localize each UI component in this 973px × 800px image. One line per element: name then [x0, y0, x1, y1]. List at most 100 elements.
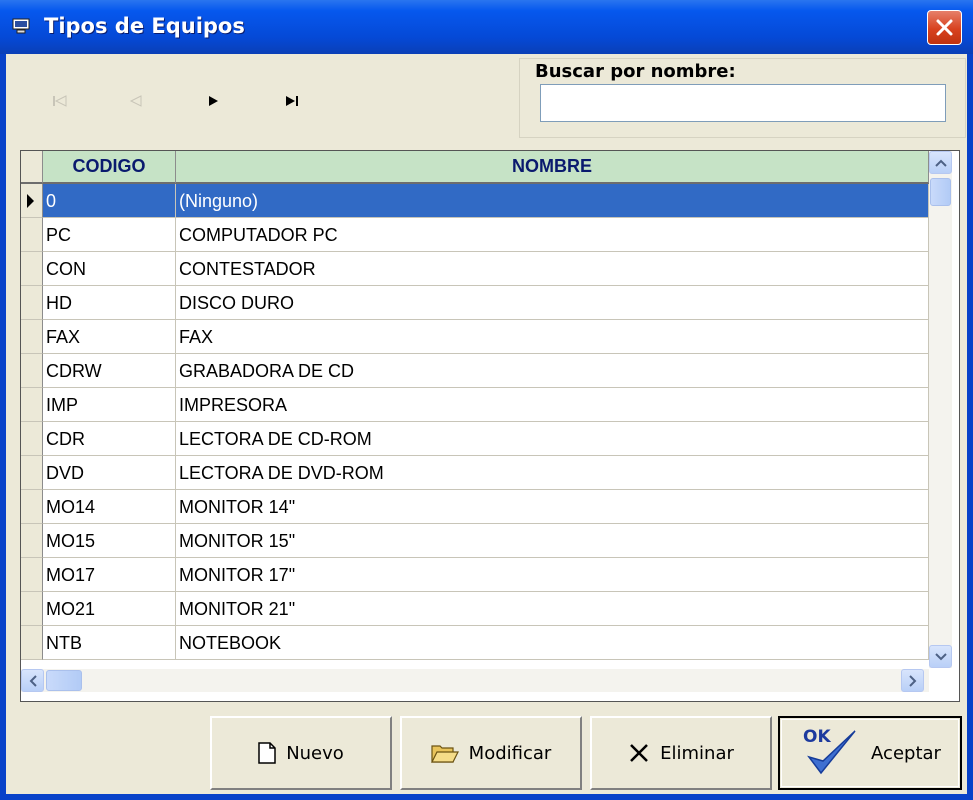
table-row[interactable]: NTB NOTEBOOK	[21, 626, 929, 660]
cell-codigo[interactable]: 0	[43, 184, 176, 218]
table-row[interactable]: HD DISCO DURO	[21, 286, 929, 320]
last-record-button[interactable]	[274, 88, 310, 114]
cell-nombre[interactable]: CONTESTADOR	[176, 252, 929, 286]
new-document-icon	[258, 742, 276, 764]
cell-nombre[interactable]: (Ninguno)	[176, 184, 929, 218]
search-input[interactable]	[540, 84, 946, 122]
row-indicator[interactable]	[21, 320, 43, 354]
cell-nombre[interactable]: FAX	[176, 320, 929, 354]
cell-nombre[interactable]: DISCO DURO	[176, 286, 929, 320]
row-indicator[interactable]	[21, 286, 43, 320]
table-row[interactable]: PC COMPUTADOR PC	[21, 218, 929, 252]
cell-nombre[interactable]: NOTEBOOK	[176, 626, 929, 660]
table-row[interactable]: MO17 MONITOR 17"	[21, 558, 929, 592]
table-row[interactable]: FAX FAX	[21, 320, 929, 354]
column-header-codigo[interactable]: CODIGO	[43, 151, 176, 184]
table-row[interactable]: IMP IMPRESORA	[21, 388, 929, 422]
previous-record-button[interactable]	[118, 88, 154, 114]
cell-nombre[interactable]: COMPUTADOR PC	[176, 218, 929, 252]
modificar-button[interactable]: Modificar	[400, 716, 582, 790]
cell-nombre[interactable]: IMPRESORA	[176, 388, 929, 422]
chevron-left-icon	[29, 674, 37, 687]
close-button[interactable]	[927, 10, 962, 45]
row-indicator[interactable]	[21, 490, 43, 524]
chevron-up-icon	[934, 159, 947, 167]
cell-codigo[interactable]: FAX	[43, 320, 176, 354]
row-indicator[interactable]	[21, 354, 43, 388]
app-icon	[12, 18, 30, 34]
eliminar-button[interactable]: Eliminar	[590, 716, 772, 790]
window: Tipos de Equipos Buscar por nombre: CODI…	[0, 0, 973, 800]
table-row[interactable]: DVD LECTORA DE DVD-ROM	[21, 456, 929, 490]
row-indicator[interactable]	[21, 252, 43, 286]
row-indicator[interactable]	[21, 524, 43, 558]
row-indicator[interactable]	[21, 626, 43, 660]
horizontal-scrollbar[interactable]	[21, 669, 929, 692]
aceptar-button[interactable]: OK Aceptar	[778, 716, 962, 790]
scroll-up-button[interactable]	[929, 151, 952, 174]
next-record-icon	[209, 96, 218, 106]
eliminar-label: Eliminar	[660, 742, 734, 764]
last-record-icon	[286, 96, 298, 106]
modificar-label: Modificar	[468, 742, 552, 764]
open-folder-icon	[430, 742, 459, 764]
vertical-scrollbar[interactable]	[929, 151, 952, 668]
table-row[interactable]: 0 (Ninguno)	[21, 184, 929, 218]
data-grid: CODIGO NOMBRE 0 (Ninguno) PC COMPUTADOR PC C…	[20, 150, 960, 702]
aceptar-label: Aceptar	[871, 742, 941, 764]
cell-codigo[interactable]: MO14	[43, 490, 176, 524]
row-indicator[interactable]	[21, 456, 43, 490]
scroll-down-button[interactable]	[929, 645, 952, 668]
cell-nombre[interactable]: LECTORA DE CD-ROM	[176, 422, 929, 456]
cell-nombre[interactable]: LECTORA DE DVD-ROM	[176, 456, 929, 490]
next-record-button[interactable]	[195, 88, 231, 114]
cell-codigo[interactable]: NTB	[43, 626, 176, 660]
cell-codigo[interactable]: IMP	[43, 388, 176, 422]
cell-codigo[interactable]: MO15	[43, 524, 176, 558]
cell-codigo[interactable]: CDRW	[43, 354, 176, 388]
table-row[interactable]: MO21 MONITOR 21"	[21, 592, 929, 626]
scroll-right-button[interactable]	[901, 669, 924, 692]
cell-nombre[interactable]: GRABADORA DE CD	[176, 354, 929, 388]
grid-header-corner	[21, 151, 43, 184]
row-indicator[interactable]	[21, 558, 43, 592]
table-row[interactable]: MO15 MONITOR 15"	[21, 524, 929, 558]
horizontal-scroll-thumb[interactable]	[46, 670, 82, 691]
cell-codigo[interactable]: MO17	[43, 558, 176, 592]
cell-codigo[interactable]: MO21	[43, 592, 176, 626]
row-indicator[interactable]	[21, 592, 43, 626]
cell-codigo[interactable]: PC	[43, 218, 176, 252]
delete-x-icon	[628, 742, 650, 764]
nuevo-button[interactable]: Nuevo	[210, 716, 392, 790]
cell-codigo[interactable]: CON	[43, 252, 176, 286]
close-icon	[936, 19, 953, 36]
cell-codigo[interactable]: CDR	[43, 422, 176, 456]
nuevo-label: Nuevo	[286, 742, 344, 764]
table-row[interactable]: MO14 MONITOR 14"	[21, 490, 929, 524]
search-frame: Buscar por nombre:	[519, 58, 966, 138]
cell-nombre[interactable]: MONITOR 17"	[176, 558, 929, 592]
cell-nombre[interactable]: MONITOR 15"	[176, 524, 929, 558]
row-indicator[interactable]	[21, 422, 43, 456]
cell-nombre[interactable]: MONITOR 21"	[176, 592, 929, 626]
search-label: Buscar por nombre:	[535, 61, 736, 82]
row-indicator[interactable]	[21, 184, 43, 218]
table-row[interactable]: CDRW GRABADORA DE CD	[21, 354, 929, 388]
cell-nombre[interactable]: MONITOR 14"	[176, 490, 929, 524]
column-header-nombre[interactable]: NOMBRE	[176, 151, 929, 184]
chevron-right-icon	[908, 674, 916, 687]
scroll-left-button[interactable]	[21, 669, 44, 692]
vertical-scroll-thumb[interactable]	[930, 178, 951, 206]
table-row[interactable]: CON CONTESTADOR	[21, 252, 929, 286]
cell-codigo[interactable]: DVD	[43, 456, 176, 490]
title-bar[interactable]: Tipos de Equipos	[0, 0, 973, 54]
first-record-icon	[53, 95, 67, 107]
table-row[interactable]: CDR LECTORA DE CD-ROM	[21, 422, 929, 456]
chevron-down-icon	[934, 652, 947, 660]
window-title: Tipos de Equipos	[44, 14, 245, 38]
cell-codigo[interactable]: HD	[43, 286, 176, 320]
current-row-arrow-icon	[27, 194, 34, 208]
first-record-button[interactable]	[42, 88, 78, 114]
row-indicator[interactable]	[21, 218, 43, 252]
row-indicator[interactable]	[21, 388, 43, 422]
